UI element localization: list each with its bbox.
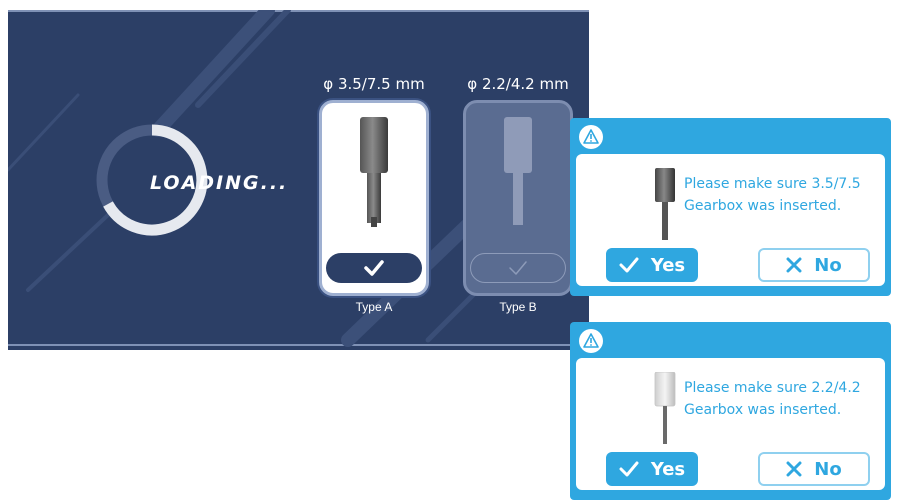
dialog-message-line: Please make sure 2.2/4.2 [684, 380, 861, 396]
gearbox-option-type-a[interactable]: φ 3.5/7.5 mm Type A [310, 74, 438, 314]
gearbox-size-label: φ 2.2/4.2 mm [467, 75, 569, 93]
check-icon [619, 257, 639, 273]
gearbox-light-icon [654, 372, 676, 444]
dialog-body: Please make sure 3.5/7.5 Gearbox was ins… [576, 154, 885, 286]
yes-button-label: Yes [650, 458, 686, 480]
dialog-message-line: Gearbox was inserted. [684, 198, 842, 214]
gearbox-type-label: Type A [355, 300, 393, 314]
gearbox-option-type-b[interactable]: φ 2.2/4.2 mm Type B [454, 74, 582, 314]
dialog-message: Please make sure 3.5/7.5 Gearbox was ins… [684, 173, 884, 217]
no-button[interactable]: No [758, 248, 870, 282]
warning-icon [578, 124, 604, 150]
close-icon [786, 257, 802, 273]
no-button[interactable]: No [758, 452, 870, 486]
yes-button-label: Yes [650, 254, 686, 276]
loading-label: LOADING... [150, 172, 289, 194]
confirm-dialog-2-2: Please make sure 2.2/4.2 Gearbox was ins… [570, 322, 891, 500]
confirm-dialog-3-5: Please make sure 3.5/7.5 Gearbox was ins… [570, 118, 891, 296]
check-icon [364, 260, 384, 276]
unselected-check-indicator [470, 253, 566, 283]
gearbox-size-label: φ 3.5/7.5 mm [323, 75, 425, 93]
loading-panel: LOADING... φ 3.5/7.5 mm Type A φ 2.2/4.2… [8, 10, 589, 350]
gearbox-card-selected[interactable] [319, 100, 429, 296]
dialog-body: Please make sure 2.2/4.2 Gearbox was ins… [576, 358, 885, 490]
warning-icon [578, 328, 604, 354]
gearbox-card-unselected[interactable] [463, 100, 573, 296]
close-icon [786, 461, 802, 477]
gearbox-dark-icon [360, 117, 388, 227]
dialog-message-line: Gearbox was inserted. [684, 402, 842, 418]
yes-button[interactable]: Yes [606, 452, 698, 486]
gearbox-type-label: Type B [499, 300, 537, 314]
gearbox-light-icon [504, 117, 532, 225]
no-button-label: No [814, 458, 842, 480]
selected-check-indicator [326, 253, 422, 283]
check-icon [619, 461, 639, 477]
yes-button[interactable]: Yes [606, 248, 698, 282]
no-button-label: No [814, 254, 842, 276]
dialog-message-line: Please make sure 3.5/7.5 [684, 176, 861, 192]
gearbox-dark-icon [655, 168, 675, 240]
dialog-message: Please make sure 2.2/4.2 Gearbox was ins… [684, 377, 884, 421]
check-icon [509, 261, 527, 275]
